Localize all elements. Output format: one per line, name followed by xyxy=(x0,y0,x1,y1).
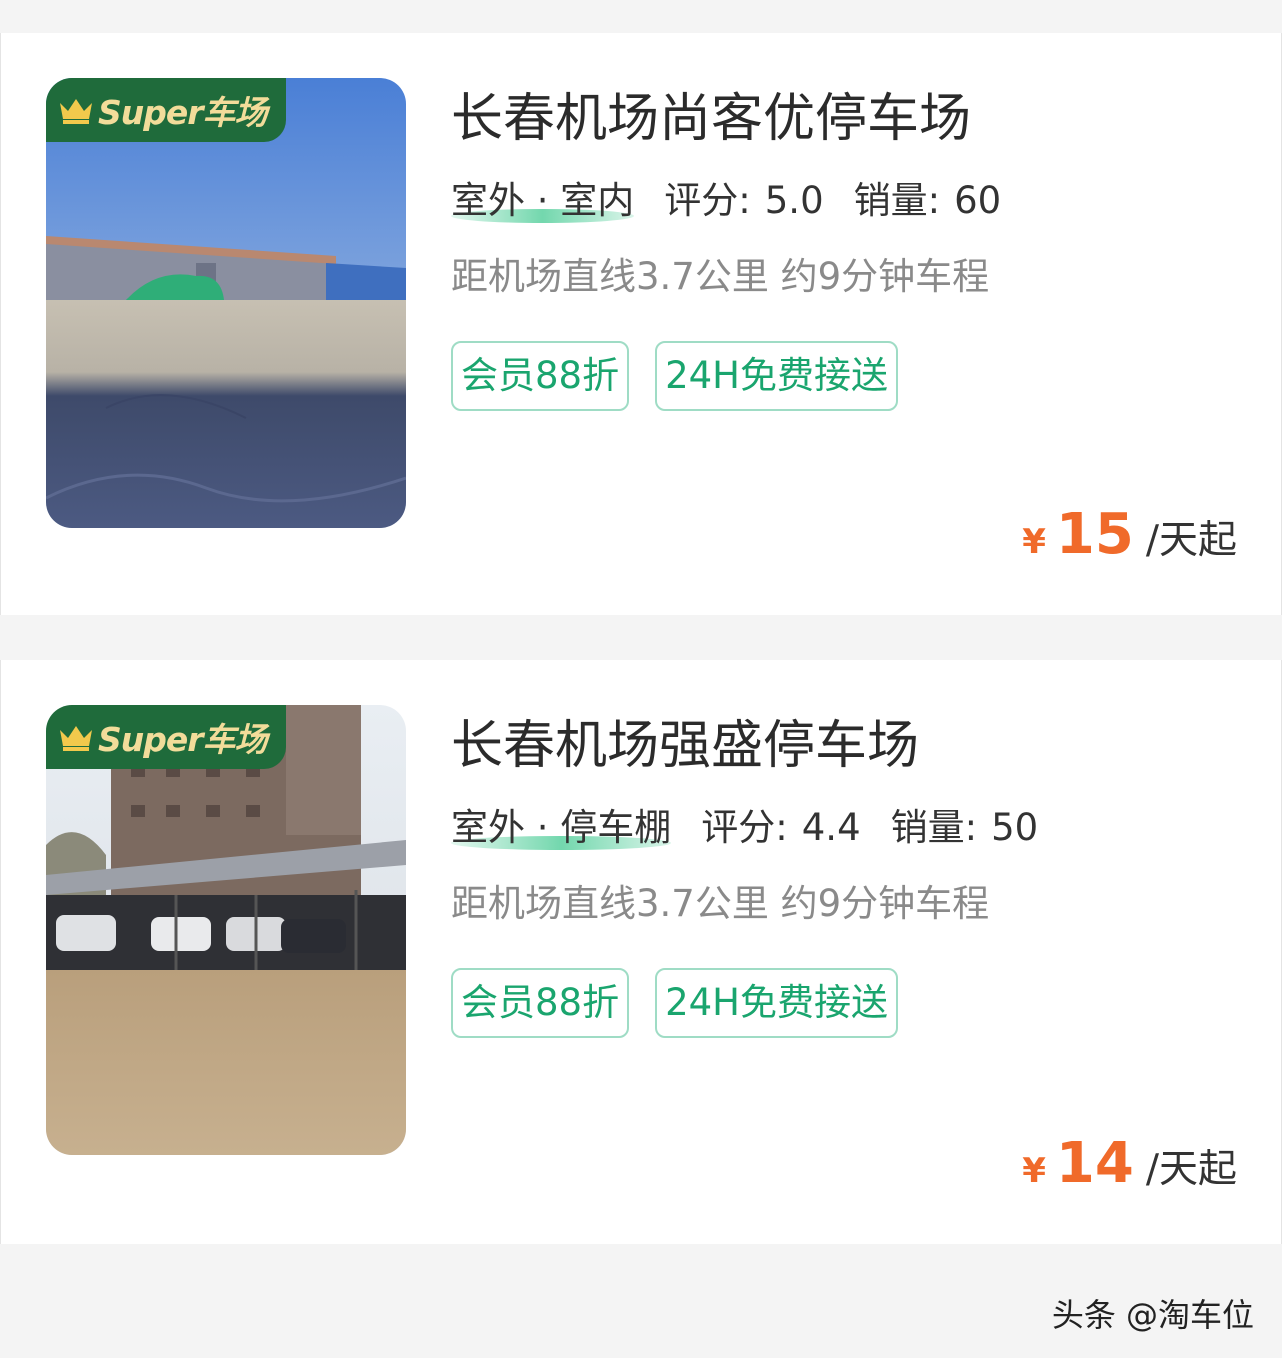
parking-photo[interactable]: Super车场 xyxy=(46,705,406,1155)
parking-price: ¥ 15 /天起 xyxy=(1022,502,1237,567)
parking-price: ¥ 14 /天起 xyxy=(1022,1131,1237,1196)
parking-info: 长春机场尚客优停车场 室外 · 室内 评分: 5.0 销量: 60 距机场直线3… xyxy=(451,83,1241,411)
parking-photo[interactable]: Super车场 xyxy=(46,78,406,528)
parking-type: 室外 · 停车棚 xyxy=(451,806,672,850)
super-parking-badge: Super车场 xyxy=(46,705,286,769)
price-value: 14 xyxy=(1055,1131,1134,1196)
promo-tags: 会员88折 24H免费接送 xyxy=(451,341,1241,411)
sales-value: 50 xyxy=(991,806,1039,849)
airport-distance: 距机场直线3.7公里 约9分钟车程 xyxy=(451,255,990,298)
tag-free-shuttle: 24H免费接送 xyxy=(655,341,898,411)
price-unit: /天起 xyxy=(1145,518,1237,563)
currency-symbol: ¥ xyxy=(1022,522,1046,562)
badge-label: Super车场 xyxy=(98,93,268,132)
parking-list-page: Super车场 长春机场尚客优停车场 室外 · 室内 评分: 5.0 销量: 6… xyxy=(0,0,1282,1358)
parking-info: 长春机场强盛停车场 室外 · 停车棚 评分: 4.4 销量: 50 距机场直线3… xyxy=(451,710,1241,1038)
parking-card[interactable]: Super车场 长春机场尚客优停车场 室外 · 室内 评分: 5.0 销量: 6… xyxy=(0,33,1282,615)
airport-distance: 距机场直线3.7公里 约9分钟车程 xyxy=(451,882,990,925)
price-value: 15 xyxy=(1055,502,1134,567)
parking-name[interactable]: 长春机场尚客优停车场 xyxy=(451,83,1241,155)
parking-type: 室外 · 室内 xyxy=(451,179,635,223)
promo-tags: 会员88折 24H免费接送 xyxy=(451,968,1241,1038)
rating-value: 5.0 xyxy=(764,179,824,222)
sales-label: 销量: xyxy=(890,806,978,849)
rating-value: 4.4 xyxy=(801,806,861,849)
currency-symbol: ¥ xyxy=(1022,1151,1046,1191)
crown-icon xyxy=(60,99,92,124)
badge-label: Super车场 xyxy=(98,720,268,759)
tag-member-discount: 会员88折 xyxy=(451,341,630,411)
super-parking-badge: Super车场 xyxy=(46,78,286,142)
sales-label: 销量: xyxy=(853,179,941,222)
tag-free-shuttle: 24H免费接送 xyxy=(655,968,898,1038)
sales-value: 60 xyxy=(954,179,1002,222)
rating-label: 评分: xyxy=(701,806,788,849)
source-watermark: 头条 @淘车位 xyxy=(1051,1296,1254,1334)
parking-meta: 室外 · 室内 评分: 5.0 销量: 60 xyxy=(451,177,1241,225)
parking-meta: 室外 · 停车棚 评分: 4.4 销量: 50 xyxy=(451,804,1241,852)
crown-icon xyxy=(60,726,92,751)
parking-name[interactable]: 长春机场强盛停车场 xyxy=(451,710,1241,782)
price-unit: /天起 xyxy=(1145,1147,1237,1192)
parking-card[interactable]: Super车场 长春机场强盛停车场 室外 · 停车棚 评分: 4.4 销量: 5… xyxy=(0,660,1282,1244)
rating-label: 评分: xyxy=(664,179,751,222)
tag-member-discount: 会员88折 xyxy=(451,968,630,1038)
